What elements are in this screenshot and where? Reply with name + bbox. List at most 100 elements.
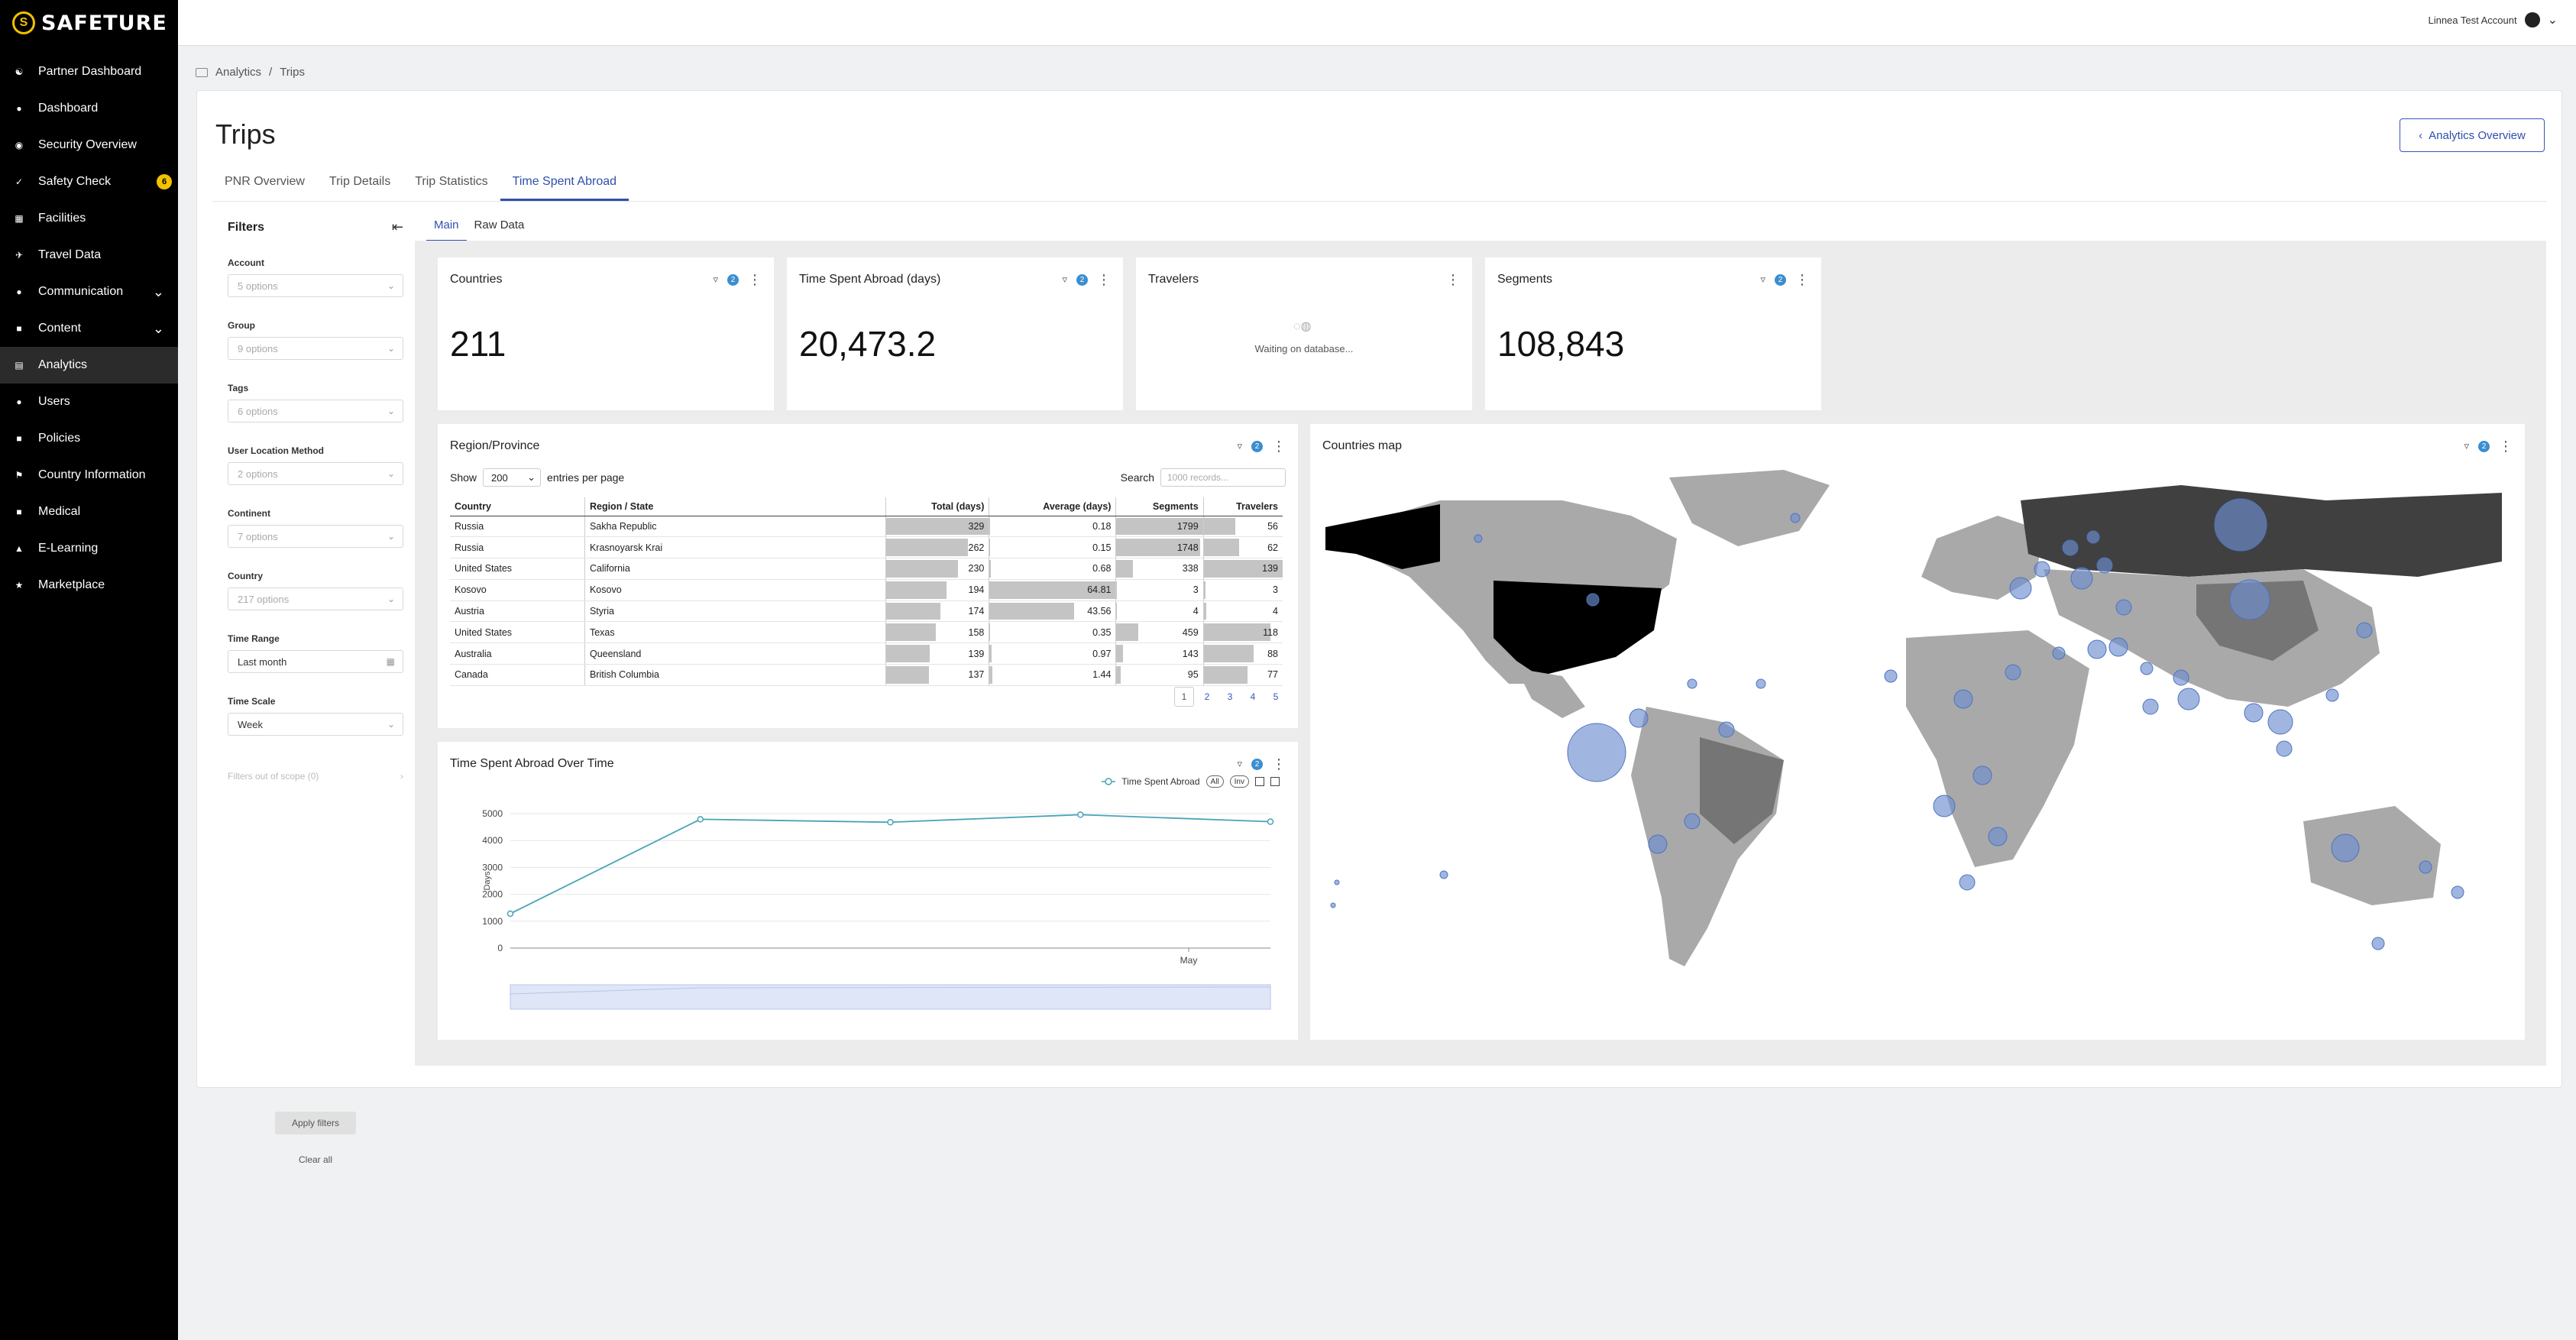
filter-icon[interactable]: ▿ — [1237, 440, 1242, 452]
map-bubble[interactable] — [2009, 577, 2032, 600]
filter-select-user-location-method[interactable]: 2 options ⌄ — [228, 462, 403, 485]
map-bubble[interactable] — [2177, 688, 2200, 710]
map-bubble[interactable] — [1629, 708, 1649, 728]
filter-select-account[interactable]: 5 options ⌄ — [228, 274, 403, 297]
filter-select-time-range[interactable]: Last month ▦ — [228, 650, 403, 673]
logo[interactable]: S SAFETURE — [0, 0, 178, 46]
map-bubble[interactable] — [2276, 740, 2293, 757]
map-bubble[interactable] — [2052, 646, 2066, 660]
sidebar-item-content[interactable]: ■ Content ⌄ — [0, 310, 178, 347]
sidebar-item-e-learning[interactable]: ▲ E-Learning — [0, 530, 178, 567]
filters-out-of-scope[interactable]: Filters out of scope (0) › — [228, 771, 403, 782]
map-bubble[interactable] — [1330, 902, 1336, 908]
map-bubble[interactable] — [2034, 561, 2050, 578]
subtab-raw-data[interactable]: Raw Data — [467, 210, 532, 242]
map-bubble[interactable] — [1687, 678, 1697, 689]
more-options-icon[interactable]: ⋮ — [1097, 273, 1111, 286]
map-bubble[interactable] — [1959, 874, 1976, 891]
filter-select-country[interactable]: 217 options ⌄ — [228, 587, 403, 610]
map-bubble[interactable] — [2356, 622, 2373, 639]
table-row[interactable]: Austria Styria 174 43.56 4 4 — [450, 600, 1283, 623]
map-bubble[interactable] — [2062, 539, 2079, 556]
map-bubble[interactable] — [1756, 678, 1766, 689]
map-bubble[interactable] — [1648, 834, 1668, 854]
column-header[interactable]: Average (days) — [989, 497, 1116, 516]
table-row[interactable]: Australia Queensland 139 0.97 143 88 — [450, 642, 1283, 665]
map-bubble[interactable] — [2244, 703, 2264, 723]
subtab-main[interactable]: Main — [426, 210, 467, 242]
map-bubble[interactable] — [2229, 579, 2270, 620]
filter-select-continent[interactable]: 7 options ⌄ — [228, 525, 403, 548]
page-button[interactable]: 2 — [1197, 687, 1217, 707]
filter-select-tags[interactable]: 6 options ⌄ — [228, 400, 403, 422]
page-button[interactable]: 5 — [1266, 687, 1286, 707]
sidebar-item-users[interactable]: ● Users — [0, 384, 178, 420]
column-header[interactable]: Total (days) — [885, 497, 989, 516]
filter-icon[interactable]: ▿ — [1062, 274, 1067, 286]
column-header[interactable]: Segments — [1115, 497, 1204, 516]
world-map[interactable] — [1310, 455, 2525, 1035]
map-bubble[interactable] — [2096, 557, 2113, 574]
entries-select[interactable]: 200 ⌄ — [483, 468, 542, 487]
more-options-icon[interactable]: ⋮ — [1446, 273, 1460, 286]
map-bubble[interactable] — [2451, 885, 2464, 899]
column-header[interactable]: Travelers — [1202, 497, 1283, 516]
map-bubble[interactable] — [2419, 860, 2432, 874]
map-bubble[interactable] — [2087, 639, 2107, 659]
clear-all-button[interactable]: Clear all — [228, 1154, 403, 1165]
more-options-icon[interactable]: ⋮ — [1272, 439, 1286, 453]
map-bubble[interactable] — [2214, 498, 2267, 552]
sidebar-item-policies[interactable]: ■ Policies — [0, 420, 178, 457]
map-bubble[interactable] — [2086, 530, 2100, 544]
account-menu[interactable]: Linnea Test Account ⌄ — [2428, 12, 2558, 28]
sidebar-item-medical[interactable]: ■ Medical — [0, 494, 178, 530]
map-bubble[interactable] — [2115, 599, 2132, 616]
map-bubble[interactable] — [2005, 664, 2021, 681]
more-options-icon[interactable]: ⋮ — [748, 273, 762, 286]
table-row[interactable]: Kosovo Kosovo 194 64.81 3 3 — [450, 579, 1283, 601]
sidebar-item-marketplace[interactable]: ★ Marketplace — [0, 567, 178, 604]
filter-select-group[interactable]: 9 options ⌄ — [228, 337, 403, 360]
breadcrumb-analytics[interactable]: Analytics — [215, 66, 261, 79]
table-row[interactable]: Russia Krasnoyarsk Krai 262 0.15 1748 62 — [450, 536, 1283, 559]
map-bubble[interactable] — [1972, 765, 1992, 785]
analytics-overview-button[interactable]: ‹ Analytics Overview — [2400, 118, 2545, 152]
sidebar-item-security-overview[interactable]: ◉ Security Overview — [0, 127, 178, 163]
table-row[interactable]: United States California 230 0.68 338 139 — [450, 558, 1283, 580]
column-header[interactable]: Region / State — [584, 497, 886, 516]
map-bubble[interactable] — [1933, 795, 1956, 817]
sidebar-item-country-information[interactable]: ⚑ Country Information — [0, 457, 178, 494]
filter-icon[interactable]: ▿ — [2464, 440, 2469, 452]
map-bubble[interactable] — [2325, 688, 2339, 702]
sidebar-item-analytics[interactable]: ▤ Analytics — [0, 347, 178, 384]
tab-trip-statistics[interactable]: Trip Statistics — [403, 164, 500, 201]
map-bubble[interactable] — [2140, 662, 2154, 675]
map-bubble[interactable] — [1718, 721, 1735, 738]
more-options-icon[interactable]: ⋮ — [1795, 273, 1809, 286]
map-bubble[interactable] — [1988, 827, 2008, 846]
collapse-filters-icon[interactable]: ⇤ — [392, 219, 403, 235]
map-bubble[interactable] — [2331, 833, 2360, 863]
filter-icon[interactable]: ▿ — [713, 274, 718, 286]
page-button[interactable]: 3 — [1220, 687, 1240, 707]
map-bubble[interactable] — [1790, 513, 1801, 523]
page-button[interactable]: 1 — [1174, 687, 1194, 707]
map-bubble[interactable] — [1586, 593, 1600, 607]
apply-filters-button[interactable]: Apply filters — [275, 1112, 356, 1134]
tab-trip-details[interactable]: Trip Details — [317, 164, 403, 201]
map-bubble[interactable] — [2070, 567, 2093, 590]
column-header[interactable]: Country — [450, 497, 585, 516]
filter-icon[interactable]: ▿ — [1760, 274, 1765, 286]
map-bubble[interactable] — [2267, 709, 2293, 735]
sidebar-item-dashboard[interactable]: ● Dashboard — [0, 90, 178, 127]
table-row[interactable]: United States Texas 158 0.35 459 118 — [450, 621, 1283, 644]
sidebar-item-facilities[interactable]: ▦ Facilities — [0, 200, 178, 237]
filter-select-time-scale[interactable]: Week ⌄ — [228, 713, 403, 736]
map-bubble[interactable] — [1474, 534, 1483, 543]
map-bubble[interactable] — [2108, 637, 2128, 657]
search-input[interactable]: 1000 records... — [1160, 468, 1286, 487]
more-options-icon[interactable]: ⋮ — [2499, 439, 2513, 453]
table-row[interactable]: Russia Sakha Republic 329 0.18 1799 56 — [450, 516, 1283, 538]
map-bubble[interactable] — [1953, 689, 1973, 709]
sidebar-item-safety-check[interactable]: ✓ Safety Check 6 — [0, 163, 178, 200]
